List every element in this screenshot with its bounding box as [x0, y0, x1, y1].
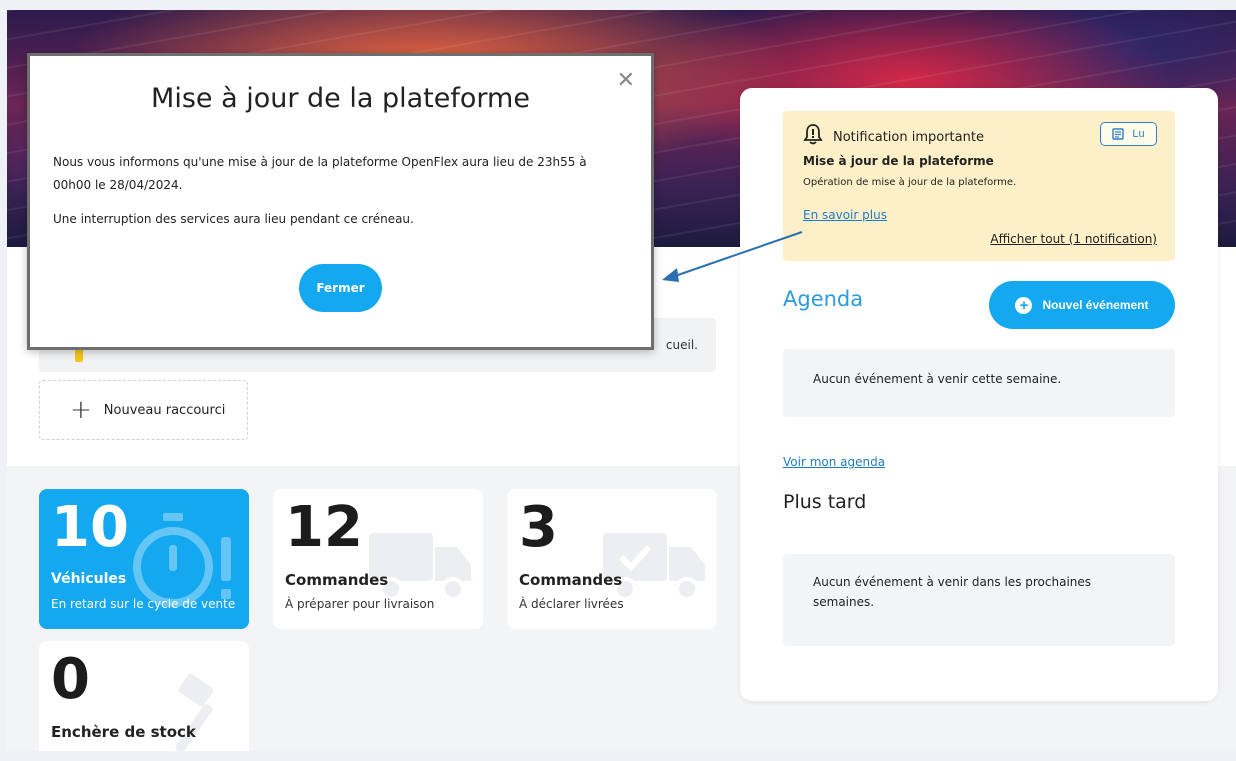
tile-subtitle: En retard sur le cycle de vente: [51, 597, 236, 611]
bell-alert-icon: [803, 123, 823, 150]
modal-paragraph-2: Une interruption des services aura lieu …: [53, 212, 414, 226]
new-shortcut-label: Nouveau raccourci: [103, 402, 226, 418]
learn-more-link[interactable]: En savoir plus: [803, 208, 887, 222]
tile-count: 10: [51, 495, 129, 560]
update-modal: ✕ Mise à jour de la plateforme Nous vous…: [27, 53, 654, 350]
agenda-later-empty: Aucun événement à venir dans les prochai…: [783, 554, 1175, 646]
show-all-notifications-link[interactable]: Afficher tout (1 notification): [990, 232, 1157, 246]
modal-title: Mise à jour de la plateforme: [151, 83, 530, 114]
later-title: Plus tard: [783, 491, 867, 513]
close-modal-button[interactable]: Fermer: [299, 264, 382, 312]
read-list-icon: [1112, 128, 1125, 140]
tile-title: Véhicules: [51, 571, 127, 587]
agenda-week-empty: Aucun événement à venir cette semaine.: [783, 349, 1175, 417]
agenda-title: Agenda: [783, 287, 864, 311]
modal-paragraph-1: Nous vous informons qu'une mise à jour d…: [53, 155, 587, 192]
new-event-label: Nouvel événement: [1042, 298, 1149, 312]
tile-orders-deliver[interactable]: 3 Commandes À déclarer livrées: [507, 489, 717, 629]
notification-card: Notification importante Lu Mise à jour d…: [783, 111, 1175, 261]
plus-icon: +: [70, 395, 92, 425]
tile-subtitle: À préparer pour livraison: [285, 597, 435, 611]
shortcut-bar-text: cueil.: [665, 338, 698, 352]
new-event-button[interactable]: + Nouvel événement: [989, 281, 1175, 329]
tile-title: Enchère de stock: [51, 723, 196, 741]
tile-count: 12: [285, 495, 363, 560]
pin-icon: [75, 348, 83, 362]
notification-description: Opération de mise à jour de la plateform…: [803, 177, 1017, 188]
mark-read-button[interactable]: Lu: [1100, 122, 1157, 146]
plus-circle-icon: +: [1015, 296, 1033, 314]
tile-stock-auction[interactable]: 0 Enchère de stock: [39, 641, 249, 751]
tile-count: 0: [51, 647, 90, 712]
right-panel: Notification importante Lu Mise à jour d…: [740, 88, 1218, 701]
tile-title: Commandes: [285, 571, 389, 589]
truck-check-icon: [603, 533, 705, 601]
mark-read-label: Lu: [1132, 128, 1145, 140]
stopwatch-alert-icon: [133, 513, 231, 607]
new-shortcut-button[interactable]: + Nouveau raccourci: [39, 380, 248, 440]
tile-vehicles-late[interactable]: 10 Véhicules En retard sur le cycle de v…: [39, 489, 249, 629]
view-agenda-link[interactable]: Voir mon agenda: [783, 455, 885, 469]
tile-subtitle: À déclarer livrées: [519, 597, 624, 611]
notification-heading: Mise à jour de la plateforme: [803, 154, 994, 168]
notification-label: Notification importante: [833, 130, 984, 145]
tile-count: 3: [519, 495, 558, 560]
tile-orders-prepare[interactable]: 12 Commandes À préparer pour livraison: [273, 489, 483, 629]
truck-icon: [369, 533, 471, 601]
tile-title: Commandes: [519, 571, 623, 589]
app-frame: cueil. + Nouveau raccourci 10 Véhicules …: [7, 10, 1236, 751]
